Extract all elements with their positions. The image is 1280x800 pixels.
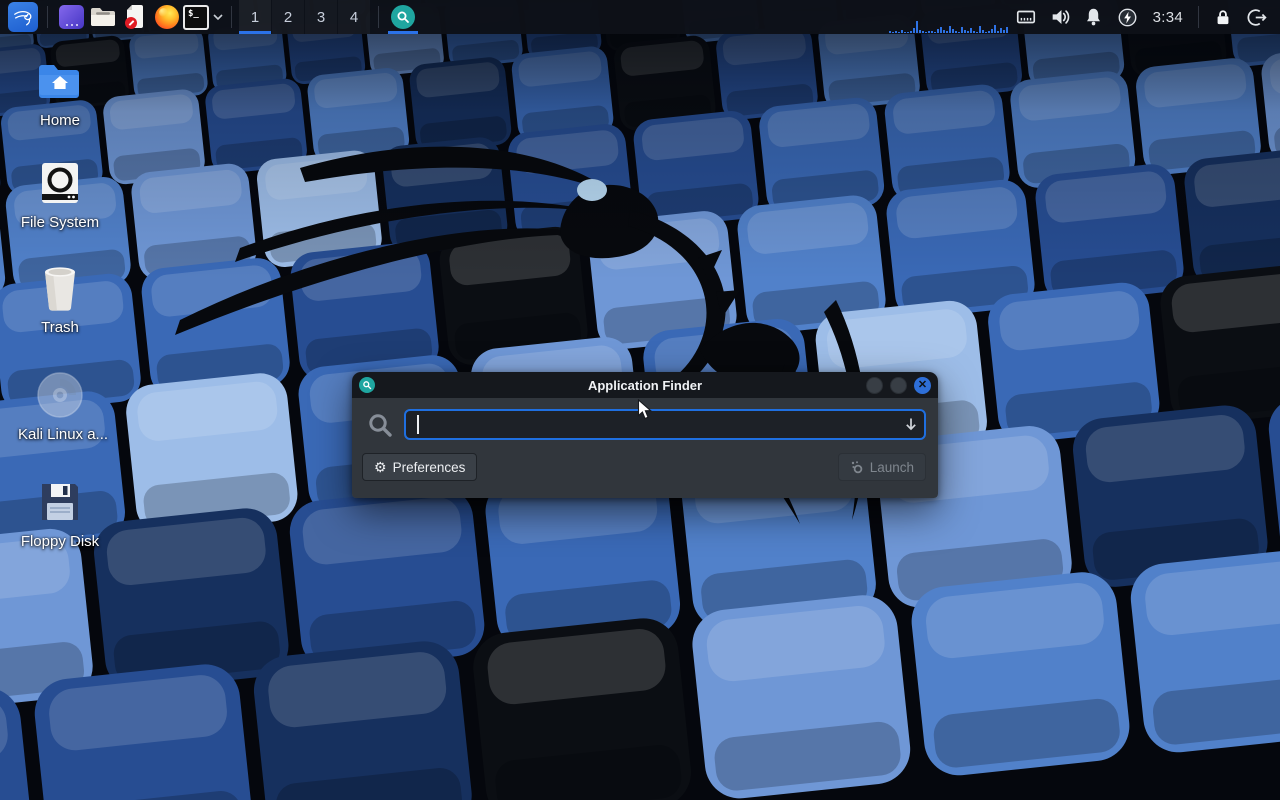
launcher-file-manager[interactable] <box>87 0 119 34</box>
search-input[interactable] <box>404 409 926 440</box>
gear-icon: ⚙ <box>374 460 387 474</box>
desktop-icon-home[interactable]: Home <box>18 56 102 129</box>
launcher-app-window[interactable] <box>55 0 87 34</box>
maximize-button[interactable] <box>890 377 907 394</box>
power-manager-tray-item[interactable] <box>1111 0 1145 34</box>
launcher-terminal[interactable]: $_ <box>183 0 224 34</box>
dropdown-arrow-icon[interactable] <box>903 416 919 432</box>
desktop-screen: $_ 1 2 3 4 <box>0 0 1280 800</box>
home-folder-icon <box>18 56 102 106</box>
panel-separator <box>47 6 48 28</box>
workspace-4[interactable]: 4 <box>338 0 370 34</box>
trash-icon <box>18 263 102 313</box>
minimize-button[interactable] <box>866 377 883 394</box>
chevron-down-icon[interactable] <box>212 13 224 21</box>
hard-drive-icon <box>18 158 102 208</box>
text-editor-icon <box>123 4 147 30</box>
logout-icon <box>1247 7 1268 28</box>
desktop-icon-file-system[interactable]: File System <box>18 158 102 231</box>
lock-screen-button[interactable] <box>1206 0 1240 34</box>
launcher-text-editor[interactable] <box>119 0 151 34</box>
optical-disc-icon <box>18 370 102 420</box>
launcher-firefox[interactable] <box>151 0 183 34</box>
panel-separator <box>231 6 232 28</box>
launch-icon <box>850 460 864 474</box>
cpu-graph[interactable] <box>887 0 1009 34</box>
clock[interactable]: 3:34 <box>1145 9 1191 26</box>
volume-icon <box>1049 6 1071 28</box>
notifications-tray-item[interactable] <box>1077 0 1111 34</box>
preferences-button[interactable]: ⚙ Preferences <box>362 453 477 481</box>
applications-menu-button[interactable] <box>8 2 38 32</box>
close-button[interactable]: ✕ <box>914 377 931 394</box>
search-icon <box>362 411 398 439</box>
launch-button[interactable]: Launch <box>838 453 926 481</box>
window-title: Application Finder <box>352 378 938 393</box>
network-tray-item[interactable] <box>1009 0 1043 34</box>
top-panel: $_ 1 2 3 4 <box>0 0 1280 34</box>
panel-separator <box>1198 6 1199 28</box>
ethernet-icon <box>1015 6 1037 28</box>
app-window-icon <box>59 5 84 29</box>
power-lightning-icon <box>1117 7 1138 28</box>
text-caret <box>417 415 419 434</box>
application-finder-launcher[interactable] <box>386 0 420 34</box>
workspace-2[interactable]: 2 <box>272 0 304 34</box>
desktop-icon-kali-cd[interactable]: Kali Linux a... <box>18 370 102 443</box>
application-finder-window: Application Finder ✕ <box>352 372 938 498</box>
folder-icon <box>90 6 116 28</box>
logout-button[interactable] <box>1240 0 1274 34</box>
window-titlebar[interactable]: Application Finder ✕ <box>352 372 938 398</box>
mouse-cursor <box>637 399 653 421</box>
terminal-icon: $_ <box>183 5 209 30</box>
desktop-icon-trash[interactable]: Trash <box>18 263 102 336</box>
kali-logo-icon <box>12 6 34 28</box>
search-icon <box>391 5 415 29</box>
workspace-1[interactable]: 1 <box>239 0 271 34</box>
desktop-icon-floppy[interactable]: Floppy Disk <box>18 477 102 550</box>
workspace-3[interactable]: 3 <box>305 0 337 34</box>
bell-icon <box>1083 6 1104 28</box>
volume-tray-item[interactable] <box>1043 0 1077 34</box>
workspace-switcher: 1 2 3 4 <box>239 0 371 34</box>
lock-icon <box>1213 7 1233 28</box>
window-app-icon <box>359 377 375 393</box>
floppy-disk-icon <box>18 477 102 527</box>
firefox-icon <box>155 5 179 29</box>
panel-separator <box>378 6 379 28</box>
